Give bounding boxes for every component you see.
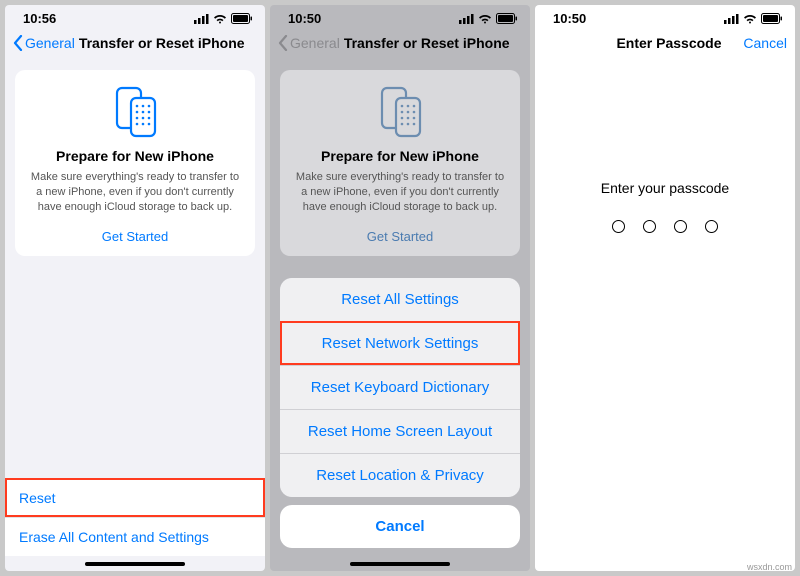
nav-back-label: General xyxy=(290,35,340,51)
status-bar: 10:50 xyxy=(270,5,530,28)
chevron-left-icon xyxy=(278,35,288,51)
get-started-link[interactable]: Get Started xyxy=(29,229,241,244)
screen-reset-actionsheet: 10:50 General Transfer or Reset iPhone xyxy=(270,5,530,571)
action-sheet: Reset All Settings Reset Network Setting… xyxy=(270,278,530,556)
cellular-icon xyxy=(724,14,739,24)
passcode-dot xyxy=(674,220,687,233)
wifi-icon xyxy=(743,14,757,24)
get-started-link: Get Started xyxy=(294,229,506,244)
nav-bar: General Transfer or Reset iPhone xyxy=(270,28,530,60)
card-body: Make sure everything's ready to transfer… xyxy=(29,170,241,215)
status-bar: 10:56 xyxy=(5,5,265,28)
passcode-dots[interactable] xyxy=(535,220,795,233)
nav-back-button[interactable]: General xyxy=(13,35,75,51)
page-title: Transfer or Reset iPhone xyxy=(344,35,510,51)
erase-row[interactable]: Erase All Content and Settings xyxy=(5,517,265,556)
card-body: Make sure everything's ready to transfer… xyxy=(294,170,506,215)
status-icons xyxy=(459,13,518,24)
page-title: Transfer or Reset iPhone xyxy=(79,35,245,51)
status-time: 10:50 xyxy=(553,11,586,26)
chevron-left-icon xyxy=(13,35,23,51)
nav-back-button: General xyxy=(278,35,340,51)
prepare-card: Prepare for New iPhone Make sure everyth… xyxy=(15,70,255,256)
battery-icon xyxy=(496,13,518,24)
status-time: 10:50 xyxy=(288,11,321,26)
nav-bar: General Transfer or Reset iPhone xyxy=(5,28,265,60)
nav-back-label: General xyxy=(25,35,75,51)
cellular-icon xyxy=(194,14,209,24)
action-sheet-cancel[interactable]: Cancel xyxy=(280,505,520,548)
cancel-button[interactable]: Cancel xyxy=(743,35,787,51)
transfer-devices-icon xyxy=(107,86,163,138)
nav-bar: Enter Passcode Cancel xyxy=(535,28,795,60)
wifi-icon xyxy=(478,14,492,24)
passcode-dot xyxy=(612,220,625,233)
battery-icon xyxy=(231,13,253,24)
home-indicator[interactable] xyxy=(85,562,185,566)
status-icons xyxy=(194,13,253,24)
passcode-area: Enter your passcode xyxy=(535,180,795,233)
home-indicator[interactable] xyxy=(350,562,450,566)
reset-home-screen-layout-option[interactable]: Reset Home Screen Layout xyxy=(280,409,520,453)
battery-icon xyxy=(761,13,783,24)
transfer-devices-icon xyxy=(372,86,428,138)
passcode-prompt: Enter your passcode xyxy=(535,180,795,196)
passcode-dot xyxy=(643,220,656,233)
screen-reset-settings: 10:56 General Transfer or Reset iPhone xyxy=(5,5,265,571)
card-title: Prepare for New iPhone xyxy=(29,148,241,164)
status-time: 10:56 xyxy=(23,11,56,26)
passcode-dot xyxy=(705,220,718,233)
wifi-icon xyxy=(213,14,227,24)
prepare-card: Prepare for New iPhone Make sure everyth… xyxy=(280,70,520,256)
status-icons xyxy=(724,13,783,24)
reset-location-privacy-option[interactable]: Reset Location & Privacy xyxy=(280,453,520,497)
cellular-icon xyxy=(459,14,474,24)
reset-all-settings-option[interactable]: Reset All Settings xyxy=(280,278,520,321)
reset-network-settings-option[interactable]: Reset Network Settings xyxy=(280,321,520,365)
card-title: Prepare for New iPhone xyxy=(294,148,506,164)
status-bar: 10:50 xyxy=(535,5,795,28)
page-title: Enter Passcode xyxy=(616,35,721,51)
reset-row[interactable]: Reset xyxy=(5,478,265,517)
bottom-options: Reset Erase All Content and Settings xyxy=(5,478,265,556)
screen-enter-passcode: 10:50 Enter Passcode Cancel Enter your p… xyxy=(535,5,795,571)
reset-keyboard-dictionary-option[interactable]: Reset Keyboard Dictionary xyxy=(280,365,520,409)
watermark: wsxdn.com xyxy=(747,562,792,572)
